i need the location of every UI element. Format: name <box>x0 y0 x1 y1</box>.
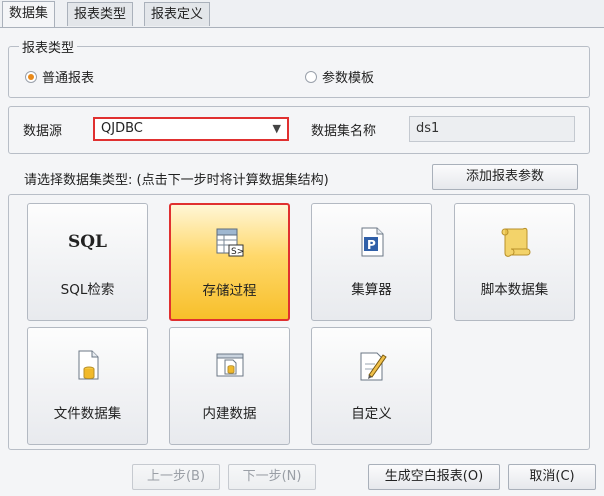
radio-param-template[interactable]: 参数模板 <box>305 67 374 86</box>
tile-esproc-label: 集算器 <box>351 282 392 298</box>
report-type-group-label: 报表类型 <box>19 37 78 56</box>
radio-normal-report[interactable]: 普通报表 <box>25 67 94 86</box>
dataset-type-area: SQL SQL检索 S> 存储过程 P 集算器 脚本数据集 文件数据集 内建数据… <box>8 194 590 450</box>
esproc-icon: P <box>312 222 431 262</box>
report-type-group: 报表类型 普通报表 参数模板 <box>8 37 590 98</box>
radio-unselected-icon <box>305 70 317 83</box>
tile-custom[interactable]: 自定义 <box>311 327 432 445</box>
svg-text:P: P <box>367 238 376 252</box>
tile-stored-procedure-label: 存储过程 <box>202 283 257 299</box>
datasource-label: 数据源 <box>23 124 63 139</box>
generate-blank-report-button[interactable]: 生成空白报表(O) <box>368 464 500 490</box>
tab-report-type[interactable]: 报表类型 <box>67 2 134 26</box>
datasource-value: QJDBC <box>101 121 143 136</box>
sql-text-icon: SQL <box>67 232 108 252</box>
next-step-button[interactable]: 下一步(N) <box>228 464 316 490</box>
tile-builtin-data-label: 内建数据 <box>202 406 257 422</box>
tile-esproc[interactable]: P 集算器 <box>311 203 432 321</box>
cancel-button[interactable]: 取消(C) <box>508 464 596 490</box>
dataset-type-instruction: 请选择数据集类型: (点击下一步时将计算数据集结构) <box>24 173 329 188</box>
datasource-select[interactable]: QJDBC ▼ <box>93 117 289 141</box>
tile-sql-query-label: SQL检索 <box>60 282 115 298</box>
tab-bar: 数据集 报表类型 报表定义 <box>0 0 604 28</box>
tile-script-dataset-label: 脚本数据集 <box>480 282 549 298</box>
tile-script-dataset[interactable]: 脚本数据集 <box>454 203 575 321</box>
radio-normal-report-label: 普通报表 <box>42 71 95 86</box>
tab-dataset[interactable]: 数据集 <box>2 1 56 27</box>
tile-file-dataset[interactable]: 文件数据集 <box>27 327 148 445</box>
datasource-group: 数据源 QJDBC ▼ 数据集名称 ds1 <box>8 106 590 154</box>
dataset-name-field[interactable]: ds1 <box>409 116 575 142</box>
tab-report-definition[interactable]: 报表定义 <box>144 2 211 26</box>
svg-text:S>: S> <box>231 247 244 257</box>
add-report-param-button[interactable]: 添加报表参数 <box>432 164 578 190</box>
prev-step-button[interactable]: 上一步(B) <box>132 464 220 490</box>
file-dataset-icon <box>28 346 147 386</box>
stored-procedure-icon: S> <box>171 223 288 263</box>
dataset-name-label: 数据集名称 <box>311 124 377 139</box>
radio-param-template-label: 参数模板 <box>322 71 375 86</box>
chevron-down-icon: ▼ <box>272 122 281 135</box>
dataset-panel: 报表类型 普通报表 参数模板 数据源 QJDBC ▼ 数据集名称 ds1 请选择… <box>0 28 604 496</box>
builtin-data-icon <box>170 346 289 386</box>
tile-stored-procedure[interactable]: S> 存储过程 <box>169 203 290 321</box>
script-scroll-icon <box>455 222 574 262</box>
custom-edit-icon <box>312 346 431 386</box>
tile-custom-label: 自定义 <box>351 406 392 422</box>
tile-builtin-data[interactable]: 内建数据 <box>169 327 290 445</box>
tile-file-dataset-label: 文件数据集 <box>53 406 122 422</box>
tile-sql-query[interactable]: SQL SQL检索 <box>27 203 148 321</box>
radio-selected-icon <box>25 70 37 83</box>
